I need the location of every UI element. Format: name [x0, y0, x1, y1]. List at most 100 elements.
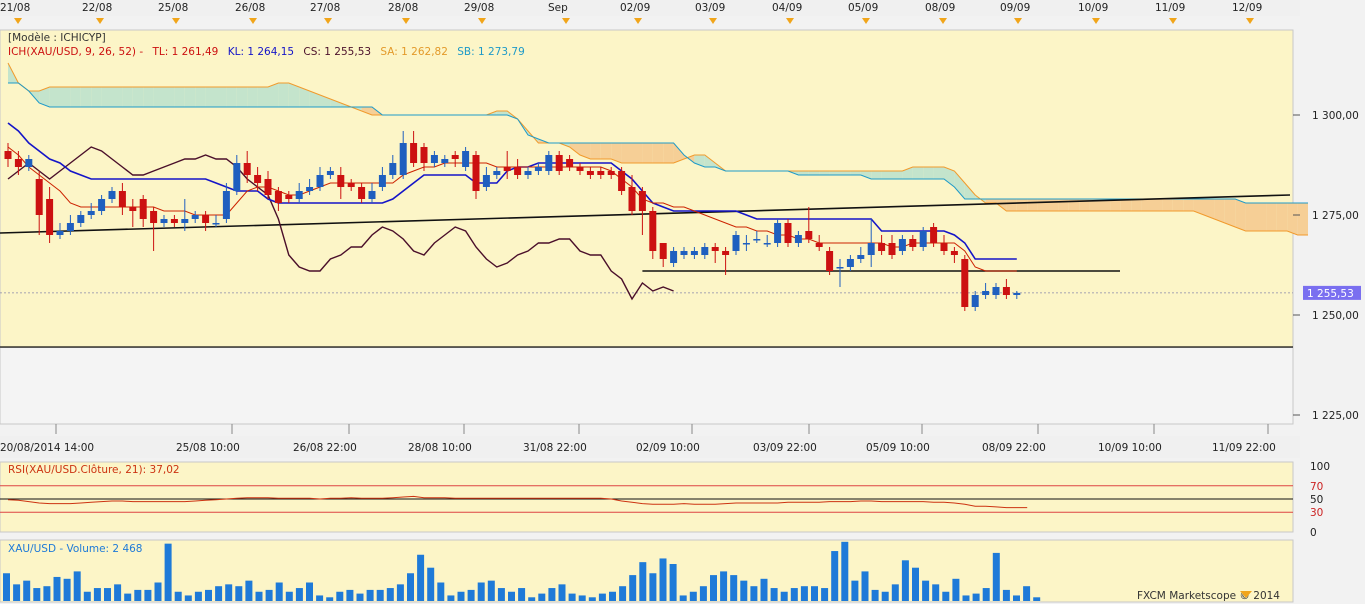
volume-bar [790, 588, 798, 601]
volume-bar [912, 567, 919, 601]
top-date-label: 25/08 [158, 2, 188, 14]
top-date-label: Sep [548, 2, 568, 14]
volume-bar [33, 588, 41, 601]
candle-body [150, 211, 158, 223]
cloud-segment [496, 111, 508, 115]
volume-legend: XAU/USD - Volume: 2 468 [8, 543, 143, 555]
volume-bar [1033, 597, 1041, 601]
candle-body [274, 191, 282, 203]
cloud-segment [933, 167, 944, 179]
top-date-label: 22/08 [82, 2, 112, 14]
top-date-label: 12/09 [1232, 2, 1262, 14]
volume-bar [417, 554, 425, 601]
candle-body [326, 171, 334, 175]
candle-body [472, 155, 480, 191]
date-marker-icon [786, 18, 794, 24]
cloud-segment [247, 87, 258, 107]
candle-body [857, 255, 865, 259]
candle-body [378, 175, 386, 187]
volume-bar [1023, 586, 1031, 601]
cloud-segment [184, 87, 196, 107]
candle-body [607, 171, 615, 175]
senkou-a-legend: SA: 1 262,82 [380, 46, 448, 58]
candle-body [1002, 287, 1010, 295]
volume-bar [104, 588, 111, 601]
volume-bar [205, 589, 212, 601]
candle-body [638, 191, 646, 211]
volume-bar [881, 591, 889, 601]
cloud-segment [1266, 203, 1277, 231]
price-panel [0, 29, 1294, 349]
tenkan-legend: TL: 1 261,49 [151, 46, 218, 58]
time-axis-label: 20/08/2014 14:00 [0, 442, 94, 454]
volume-bar [578, 595, 586, 601]
cloud-segment [1276, 203, 1288, 231]
cloud-segment [195, 87, 206, 107]
volume-bar [619, 586, 627, 601]
candle-body [586, 171, 594, 175]
volume-bar [1002, 589, 1010, 601]
top-date-label: 29/08 [464, 2, 494, 14]
volume-bar [1013, 595, 1020, 601]
cloud-segment [49, 87, 60, 107]
template-label: [Modèle : ICHICYP] [8, 32, 106, 44]
cloud-segment [1152, 199, 1163, 211]
candle-body [56, 231, 64, 235]
candle-body [618, 171, 626, 191]
cloud-segment [1141, 199, 1152, 211]
candle-body [971, 295, 979, 307]
cloud-segment [153, 87, 164, 107]
candle-body [742, 243, 750, 245]
volume-bar [265, 589, 273, 601]
rsi-axis: 100 705030 0 [1310, 461, 1330, 539]
cloud-segment [226, 87, 237, 107]
cloud-segment [819, 171, 830, 175]
volume-bar [53, 576, 61, 601]
cloud-segment [632, 143, 643, 163]
volume-bar [811, 586, 818, 601]
volume-bar [124, 593, 132, 601]
cloud-segment [1172, 199, 1184, 211]
volume-bar [720, 571, 728, 601]
top-date-label: 28/08 [388, 2, 418, 14]
candle-body [940, 243, 948, 251]
candle-body [233, 163, 241, 191]
chikou-legend: CS: 1 255,53 [303, 46, 371, 58]
candle-body [732, 235, 740, 251]
volume-bar [295, 588, 303, 601]
volume-bar [93, 588, 101, 601]
candle-body [66, 223, 74, 231]
volume-bar [558, 584, 566, 601]
candle-body [888, 243, 896, 255]
candle-body [722, 251, 730, 255]
volume-bar [235, 586, 243, 601]
volume-bar [568, 593, 576, 601]
cloud-segment [91, 87, 102, 107]
volume-bar [487, 580, 495, 601]
candle-body [826, 251, 834, 271]
volume-bar [184, 595, 192, 601]
cloud-segment [1016, 199, 1028, 211]
volume-bar [255, 591, 263, 601]
volume-bar [538, 593, 546, 601]
volume-bar [437, 582, 445, 601]
volume-bar [800, 586, 808, 601]
cloud-segment [621, 143, 632, 163]
candle-body [555, 155, 563, 171]
candle-body [649, 211, 657, 251]
volume-bar [821, 588, 829, 601]
candle-body [222, 191, 230, 219]
volume-bar [942, 591, 950, 601]
volume-bar [497, 588, 505, 601]
top-date-label: 10/09 [1078, 2, 1108, 14]
top-date-label: 21/08 [0, 2, 30, 14]
candle-body [118, 191, 126, 207]
volume-bar [467, 589, 475, 601]
volume-bar [164, 543, 172, 601]
price-tick-label: 1 225,00 [1312, 410, 1359, 422]
time-axis-label: 31/08 22:00 [523, 442, 587, 454]
volume-bar [336, 591, 344, 601]
cloud-segment [257, 87, 268, 107]
candle-body [701, 247, 709, 255]
cloud-segment [1245, 203, 1256, 231]
